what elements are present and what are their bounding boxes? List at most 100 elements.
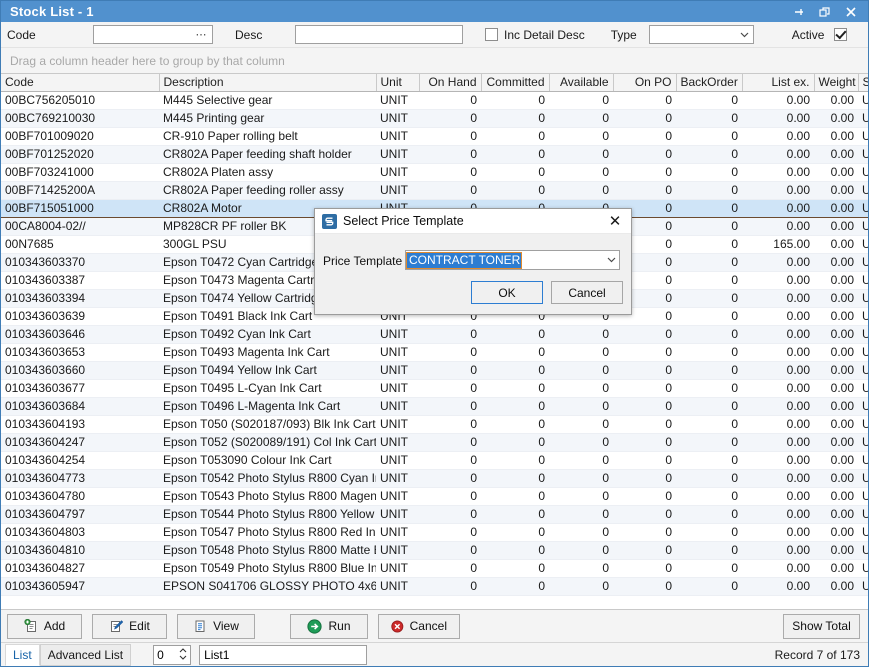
desc-input-field[interactable]: [299, 26, 460, 43]
column-header-committed[interactable]: Committed: [481, 74, 549, 91]
pin-icon[interactable]: [792, 5, 806, 19]
table-row[interactable]: 010343604797Epson T0544 Photo Stylus R80…: [1, 505, 868, 523]
column-header-backorder[interactable]: BackOrder: [676, 74, 742, 91]
group-by-panel[interactable]: Drag a column header here to group by th…: [1, 48, 868, 74]
table-row[interactable]: 010343604254Epson T053090 Colour Ink Car…: [1, 451, 868, 469]
run-button[interactable]: Run: [290, 614, 368, 639]
cell-description: EPSON S041706 GLOSSY PHOTO 4x6": [159, 577, 376, 595]
dialog-ok-label: OK: [498, 286, 515, 300]
table-row[interactable]: 010343605947EPSON S041706 GLOSSY PHOTO 4…: [1, 577, 868, 595]
table-row[interactable]: 00BC756205010M445 Selective gearUNIT0000…: [1, 91, 868, 109]
desc-input[interactable]: [295, 25, 463, 44]
table-row[interactable]: 00BF703241000CR802A Platen assyUNIT00000…: [1, 163, 868, 181]
cell-code: 00N7685: [1, 235, 159, 253]
table-row[interactable]: 010343604193Epson T050 (S020187/093) Blk…: [1, 415, 868, 433]
cell-backorder: 0: [676, 253, 742, 271]
table-row[interactable]: 010343603660Epson T0494 Yellow Ink CartU…: [1, 361, 868, 379]
list-name-input[interactable]: List1: [199, 645, 367, 665]
table-row[interactable]: 010343604827Epson T0549 Photo Stylus R80…: [1, 559, 868, 577]
cell-available: 0: [549, 541, 613, 559]
table-row[interactable]: 010343603653Epson T0493 Magenta Ink Cart…: [1, 343, 868, 361]
price-template-label: Price Template: [323, 254, 402, 268]
cell-committed: 0: [481, 325, 549, 343]
table-row[interactable]: 010343604810Epson T0548 Photo Stylus R80…: [1, 541, 868, 559]
cell-code: 010343604247: [1, 433, 159, 451]
price-template-combo[interactable]: CONTRACT TONER: [405, 250, 620, 270]
run-button-label: Run: [328, 619, 350, 633]
column-header-list-ex[interactable]: List ex.: [742, 74, 814, 91]
table-row[interactable]: 00BF701252020CR802A Paper feeding shaft …: [1, 145, 868, 163]
cell-committed: 0: [481, 109, 549, 127]
cell-on_hand: 0: [419, 181, 481, 199]
cell-available: 0: [549, 145, 613, 163]
table-row[interactable]: 010343603646Epson T0492 Cyan Ink CartUNI…: [1, 325, 868, 343]
cell-on_po: 0: [613, 361, 676, 379]
cell-backorder: 0: [676, 397, 742, 415]
column-header-weight[interactable]: Weight: [814, 74, 858, 91]
table-row[interactable]: 010343604803Epson T0547 Photo Stylus R80…: [1, 523, 868, 541]
column-header-available[interactable]: Available: [549, 74, 613, 91]
cell-on_hand: 0: [419, 361, 481, 379]
cell-list_ex: 0.00: [742, 361, 814, 379]
stock-grid[interactable]: Code Description Unit On Hand Committed …: [1, 74, 868, 609]
cell-on_po: 0: [613, 379, 676, 397]
cell-code: 00BF701009020: [1, 127, 159, 145]
cell-sell_unit: UNIT: [858, 487, 868, 505]
type-label: Type: [611, 28, 637, 42]
list-index-stepper[interactable]: 0: [153, 645, 191, 665]
cell-list_ex: 0.00: [742, 325, 814, 343]
add-button[interactable]: Add: [7, 614, 82, 639]
cell-available: 0: [549, 181, 613, 199]
desc-label: Desc: [235, 28, 295, 42]
price-template-value: CONTRACT TONER: [407, 253, 521, 268]
cell-committed: 0: [481, 397, 549, 415]
table-row[interactable]: 010343603684Epson T0496 L-Magenta Ink Ca…: [1, 397, 868, 415]
dialog-close-icon[interactable]: ✕: [601, 210, 629, 233]
table-row[interactable]: 00BC769210030M445 Printing gearUNIT00000…: [1, 109, 868, 127]
inc-detail-desc-checkbox[interactable]: [485, 28, 498, 41]
cell-sell_unit: UNIT: [858, 325, 868, 343]
edit-button[interactable]: Edit: [92, 614, 167, 639]
cell-available: 0: [549, 505, 613, 523]
column-header-unit[interactable]: Unit: [376, 74, 419, 91]
code-input-field[interactable]: [97, 26, 193, 43]
cell-weight: 0.00: [814, 289, 858, 307]
table-row[interactable]: 00BF701009020CR-910 Paper rolling beltUN…: [1, 127, 868, 145]
code-input[interactable]: ⋯: [93, 25, 213, 44]
column-header-sell-unit[interactable]: Sell U: [858, 74, 868, 91]
table-row[interactable]: 010343604773Epson T0542 Photo Stylus R80…: [1, 469, 868, 487]
tab-advanced-list[interactable]: Advanced List: [40, 644, 131, 666]
cancel-button[interactable]: Cancel: [378, 614, 460, 639]
column-header-on-hand[interactable]: On Hand: [419, 74, 481, 91]
table-row[interactable]: 010343604247Epson T052 (S020089/191) Col…: [1, 433, 868, 451]
code-lookup-button[interactable]: ⋯: [193, 27, 210, 42]
cell-sell_unit: UNIT: [858, 271, 868, 289]
cell-list_ex: 0.00: [742, 91, 814, 109]
cell-unit: UNIT: [376, 145, 419, 163]
column-header-code[interactable]: Code: [1, 74, 159, 91]
stepper-arrows-icon[interactable]: [179, 648, 187, 660]
cell-on_hand: 0: [419, 91, 481, 109]
dialog-cancel-button[interactable]: Cancel: [551, 281, 623, 304]
view-button[interactable]: View: [177, 614, 255, 639]
cell-available: 0: [549, 343, 613, 361]
active-checkbox[interactable]: [834, 28, 847, 41]
show-total-button[interactable]: Show Total: [783, 614, 860, 639]
cell-list_ex: 0.00: [742, 523, 814, 541]
column-header-on-po[interactable]: On PO: [613, 74, 676, 91]
table-row[interactable]: 010343603677Epson T0495 L-Cyan Ink CartU…: [1, 379, 868, 397]
column-header-description[interactable]: Description: [159, 74, 376, 91]
restore-icon[interactable]: [818, 5, 832, 19]
table-row[interactable]: 010343604780Epson T0543 Photo Stylus R80…: [1, 487, 868, 505]
cell-list_ex: 0.00: [742, 199, 814, 217]
dialog-ok-button[interactable]: OK: [471, 281, 543, 304]
tab-list[interactable]: List: [5, 644, 40, 666]
cell-description: Epson T053090 Colour Ink Cart: [159, 451, 376, 469]
cell-code: 010343604803: [1, 523, 159, 541]
cell-on_po: 0: [613, 541, 676, 559]
table-row[interactable]: 00BF71425200ACR802A Paper feeding roller…: [1, 181, 868, 199]
close-icon[interactable]: [844, 5, 858, 19]
cell-on_hand: 0: [419, 415, 481, 433]
type-combo[interactable]: [649, 25, 754, 44]
cell-sell_unit: UNIT: [858, 199, 868, 217]
